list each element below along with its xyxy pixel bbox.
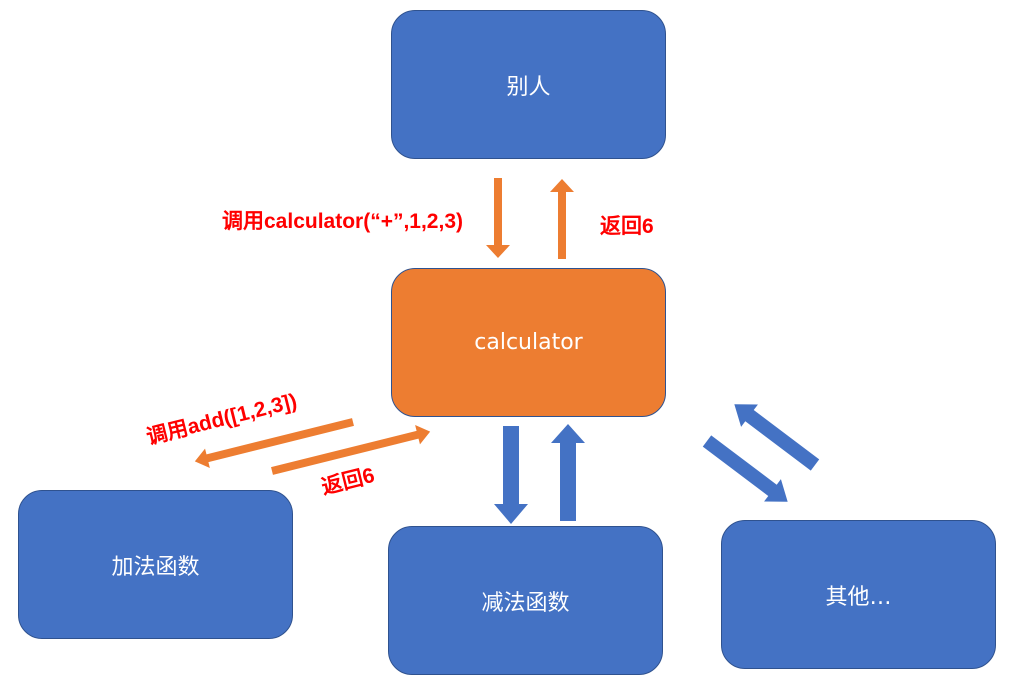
- label-call-calculator: 调用calculator(“+”,1,2,3): [222, 210, 463, 233]
- arrow-call-other: [702, 435, 788, 502]
- node-sub-function: 减法函数: [388, 526, 663, 675]
- arrow-call-calculator: [486, 178, 510, 258]
- node-add-function-label: 加法函数: [111, 554, 200, 580]
- arrow-return-to-person: [550, 179, 574, 259]
- node-other-label: 其他…: [825, 584, 892, 610]
- node-sub-function-label: 减法函数: [481, 590, 570, 616]
- arrow-call-sub: [494, 426, 528, 524]
- label-return-from-add: 返回6: [319, 463, 377, 500]
- label-call-add: 调用add([1,2,3]): [144, 389, 300, 450]
- label-return-to-person: 返回6: [600, 215, 654, 238]
- node-other: 其他…: [721, 520, 996, 669]
- arrow-return-from-other: [734, 404, 820, 471]
- node-calculator-label: calculator: [474, 330, 583, 355]
- node-add-function: 加法函数: [18, 490, 293, 639]
- node-person-label: 别人: [506, 74, 551, 100]
- node-person: 别人: [391, 10, 666, 159]
- arrow-return-from-sub: [551, 424, 585, 521]
- node-calculator: calculator: [391, 268, 666, 417]
